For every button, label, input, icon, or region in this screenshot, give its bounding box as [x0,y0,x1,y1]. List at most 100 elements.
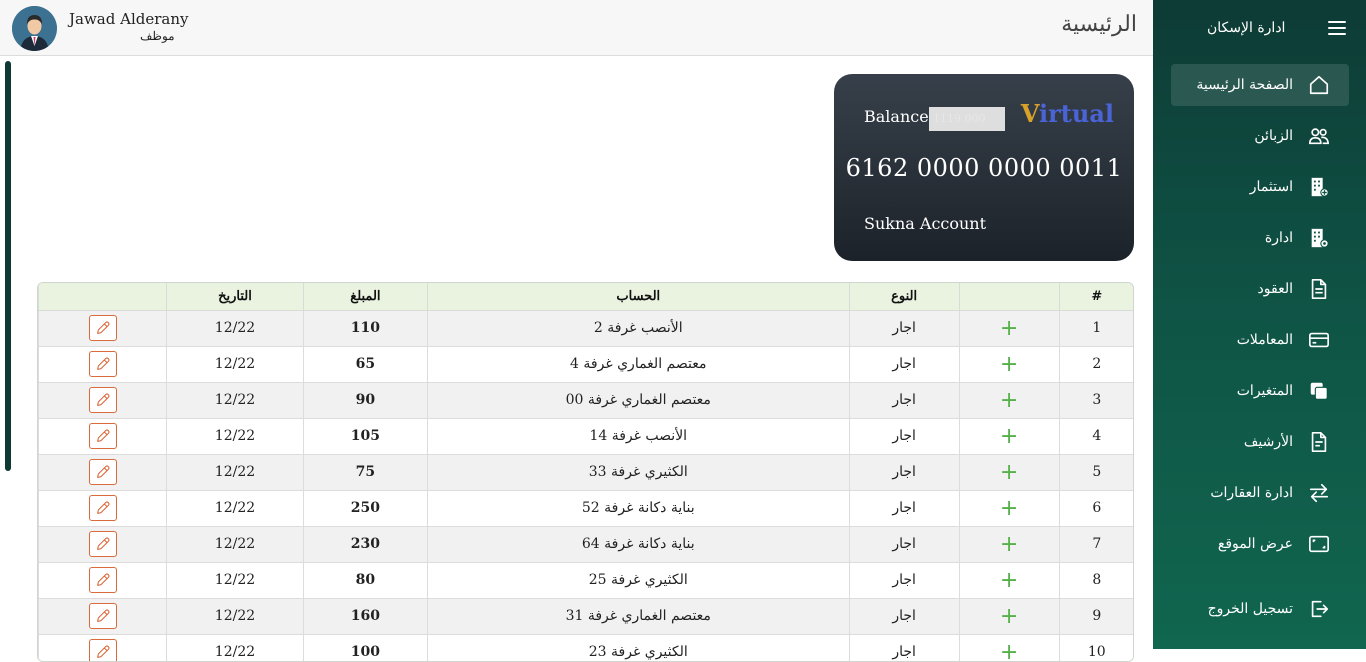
row-account: الكثيري غرفة 33 [426,454,850,491]
edit-button[interactable] [88,387,117,413]
row-index: 2 [1058,346,1133,383]
add-button[interactable]: + [958,634,1060,661]
edit-button[interactable] [88,603,117,629]
pencil-icon [95,464,111,480]
add-button[interactable]: + [958,346,1060,383]
edit-button[interactable] [88,567,117,593]
pencil-icon [95,356,111,372]
add-button[interactable]: + [958,598,1060,635]
row-index: 5 [1058,454,1133,491]
row-type: اجار [848,346,960,383]
sidebar-item-label: ادارة العقارات [1210,485,1293,501]
row-amount: 230 [302,526,428,563]
row-date: 12/22 [166,346,304,383]
building-settings-icon [1307,226,1331,250]
archive-document-icon [1307,430,1331,454]
add-button[interactable]: + [958,562,1060,599]
row-actions [38,598,167,635]
edit-button[interactable] [88,459,117,485]
sidebar-item-transactions[interactable]: المعاملات [1171,319,1349,361]
hamburger-menu-icon[interactable] [1328,20,1346,35]
add-button[interactable]: + [958,418,1060,455]
copy-icon [1307,379,1331,403]
add-button[interactable]: + [958,490,1060,527]
row-actions [38,346,167,383]
avatar[interactable] [12,6,57,51]
card-account-name: Sukna Account [864,214,987,233]
sidebar-item-label: العقود [1257,281,1293,297]
table-row: 8 + اجار الكثيري غرفة 25 80 12/22 [38,562,1133,599]
sidebar-item-management[interactable]: ادارة [1171,217,1349,259]
col-actions [38,283,167,311]
row-amount: 160 [302,598,428,635]
row-actions [38,562,167,599]
row-type: اجار [848,598,960,635]
row-amount: 105 [302,418,428,455]
row-actions [38,418,167,455]
row-date: 12/22 [166,310,304,347]
edit-button[interactable] [88,495,117,521]
row-actions [38,454,167,491]
scrollbar[interactable] [5,61,11,471]
row-amount: 110 [302,310,428,347]
sidebar-item-label: المتغيرات [1236,383,1293,399]
sidebar-item-label: الأرشيف [1243,434,1293,450]
edit-button[interactable] [88,423,117,449]
row-account: الكثيري غرفة 23 [426,634,850,661]
table-row: 5 + اجار الكثيري غرفة 33 75 12/22 [38,454,1133,491]
edit-button[interactable] [88,351,117,377]
row-amount: 65 [302,346,428,383]
sidebar-item-view-site[interactable]: عرض الموقع [1171,523,1349,565]
pencil-icon [95,644,111,660]
row-index: 6 [1058,490,1133,527]
sidebar-item-investment[interactable]: استثمار [1171,166,1349,208]
row-amount: 80 [302,562,428,599]
pencil-icon [95,572,111,588]
row-actions [38,526,167,563]
balance-label: Balance: [864,107,935,126]
row-index: 3 [1058,382,1133,419]
page-title: الرئيسية [1061,12,1137,37]
row-account: معتصم الغماري غرفة 4 [426,346,850,383]
credit-card-icon [1307,328,1331,352]
edit-button[interactable] [88,531,117,557]
row-actions [38,310,167,347]
row-account: معتصم الغماري غرفة 00 [426,382,850,419]
table-header-row: # النوع الحساب المبلغ التاريخ [38,283,1133,311]
row-index: 8 [1058,562,1133,599]
arrows-exchange-icon [1307,481,1331,505]
row-date: 12/22 [166,562,304,599]
sidebar-item-home[interactable]: الصفحة الرئيسية [1171,64,1349,106]
add-button[interactable]: + [958,382,1060,419]
add-button[interactable]: + [958,526,1060,563]
sidebar-item-real-estate[interactable]: ادارة العقارات [1171,472,1349,514]
edit-button[interactable] [88,315,117,341]
sidebar-item-variables[interactable]: المتغيرات [1171,370,1349,412]
row-index: 4 [1058,418,1133,455]
add-button[interactable]: + [958,454,1060,491]
row-actions [38,382,167,419]
row-date: 12/22 [166,418,304,455]
row-date: 12/22 [166,598,304,635]
sidebar-item-customers[interactable]: الزبائن [1171,115,1349,157]
row-date: 12/22 [166,634,304,661]
building-icon [1307,175,1331,199]
sidebar-item-label: الزبائن [1254,128,1293,144]
row-type: اجار [848,418,960,455]
virtual-card: Virtual Balance: 1119.000 6162 0000 0000… [834,74,1134,261]
card-brand: Virtual [1020,99,1114,128]
col-type: النوع [848,283,960,311]
sidebar-item-label: استثمار [1249,179,1293,195]
row-account: بناية دكانة غرفة 52 [426,490,850,527]
add-button[interactable]: + [958,310,1060,347]
sidebar-item-logout[interactable]: تسجيل الخروج [1171,588,1349,630]
table-row: 6 + اجار بناية دكانة غرفة 52 250 12/22 [38,490,1133,527]
row-account: الأنصب غرفة 14 [426,418,850,455]
row-index: 7 [1058,526,1133,563]
row-type: اجار [848,310,960,347]
sidebar-item-contracts[interactable]: العقود [1171,268,1349,310]
sidebar-item-archive[interactable]: الأرشيف [1171,421,1349,463]
edit-button[interactable] [88,639,117,661]
balance-value: 1119.000 [929,107,1005,131]
sidebar-header: ادارة الإسكان [1153,0,1366,55]
